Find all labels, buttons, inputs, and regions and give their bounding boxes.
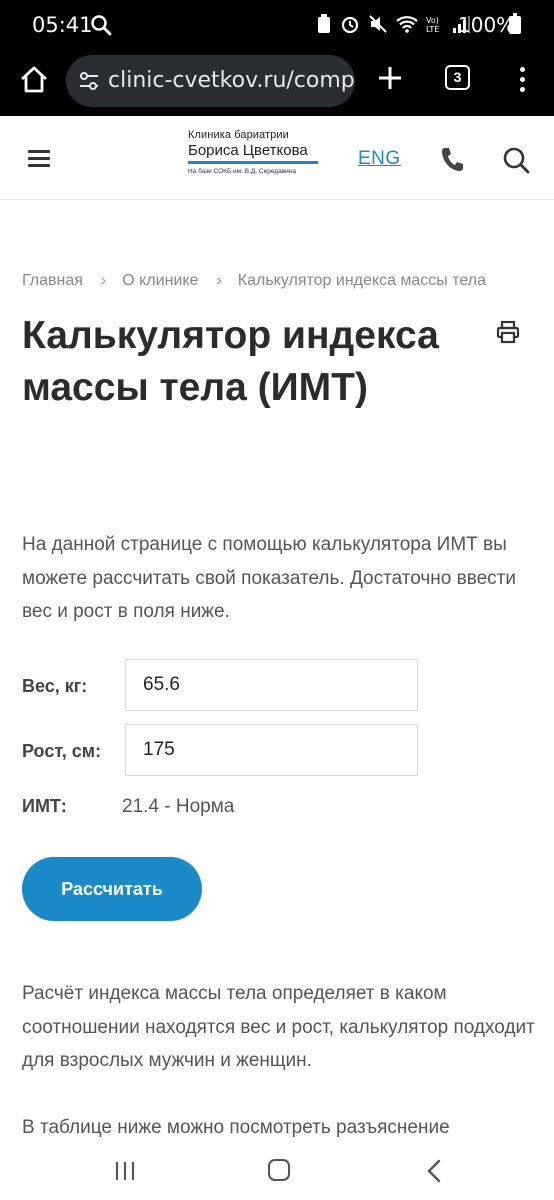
breadcrumb: Главная › О клинике › Калькулятор индекс… — [22, 272, 486, 290]
hamburger-menu-icon[interactable] — [28, 150, 50, 167]
language-link[interactable]: ENG — [358, 148, 401, 170]
site-settings-icon[interactable] — [78, 71, 100, 91]
bmi-result: 21.4 - Норма — [122, 796, 235, 817]
height-label: Рост, см: — [22, 741, 102, 761]
logo-line2: Бориса Цветкова — [188, 142, 308, 159]
search-icon[interactable] — [502, 146, 530, 174]
breadcrumb-home[interactable]: Главная — [22, 272, 83, 290]
weight-input[interactable]: 65.6 — [125, 659, 418, 711]
battery-percent: 100% — [458, 13, 516, 37]
breadcrumb-current: Калькулятор индекса массы тела — [237, 272, 486, 289]
home-nav-icon[interactable] — [268, 1159, 290, 1181]
back-icon[interactable] — [426, 1159, 442, 1183]
intro-text: На данной странице с помощью калькулятор… — [22, 534, 516, 622]
new-tab-icon[interactable] — [376, 64, 404, 92]
calculate-button[interactable]: Рассчитать — [22, 857, 202, 921]
bmi-label: ИМТ: — [22, 796, 67, 816]
url-text[interactable]: clinic-cvetkov.ru/compa — [108, 68, 355, 93]
svg-text:LTE: LTE — [426, 25, 439, 34]
phone-icon[interactable] — [440, 146, 464, 172]
system-nav-bar — [0, 1142, 554, 1200]
tab-switcher-button[interactable]: 3 — [445, 65, 470, 90]
svg-text:Vo): Vo) — [426, 16, 439, 25]
alarm-icon — [341, 16, 359, 34]
breadcrumb-separator: › — [216, 272, 222, 289]
home-icon[interactable] — [18, 64, 50, 96]
body-paragraph: Расчёт индекса массы тела определяет в к… — [22, 983, 535, 1071]
status-bar: 05:41 Vo) LTE 100% — [0, 0, 554, 52]
logo-underline — [188, 161, 318, 164]
battery-icon — [509, 13, 521, 34]
search-icon — [91, 15, 112, 36]
site-logo[interactable]: Клиника бариатрии Бориса Цветкова На баз… — [188, 129, 320, 175]
page-title: Калькулятор индекса массы тела (ИМТ) — [22, 314, 439, 409]
battery-saver-icon — [318, 14, 330, 33]
recents-icon[interactable] — [114, 1160, 136, 1182]
status-icons: Vo) LTE — [316, 14, 470, 34]
browser-toolbar: clinic-cvetkov.ru/compa 3 — [0, 52, 554, 116]
volte-icon: Vo)LTE — [426, 16, 439, 34]
print-icon[interactable] — [496, 320, 520, 344]
weight-label: Вес, кг: — [22, 676, 88, 696]
logo-line1: Клиника бариатрии — [188, 129, 289, 141]
more-menu-icon[interactable] — [512, 64, 532, 94]
height-input[interactable]: 175 — [125, 724, 418, 776]
site-header: Клиника бариатрии Бориса Цветкова На баз… — [0, 116, 554, 200]
body-paragraph: В таблице ниже можно посмотреть разъясне… — [22, 1117, 450, 1138]
logo-line3: На базе СОКБ им. В.Д. Середавина — [188, 168, 296, 175]
status-time: 05:41 — [32, 13, 93, 37]
wifi-icon — [396, 16, 418, 33]
breadcrumb-about[interactable]: О клинике — [122, 272, 198, 290]
breadcrumb-separator: › — [100, 272, 107, 289]
url-bar[interactable]: clinic-cvetkov.ru/compa — [66, 55, 355, 107]
mute-icon — [369, 15, 387, 33]
